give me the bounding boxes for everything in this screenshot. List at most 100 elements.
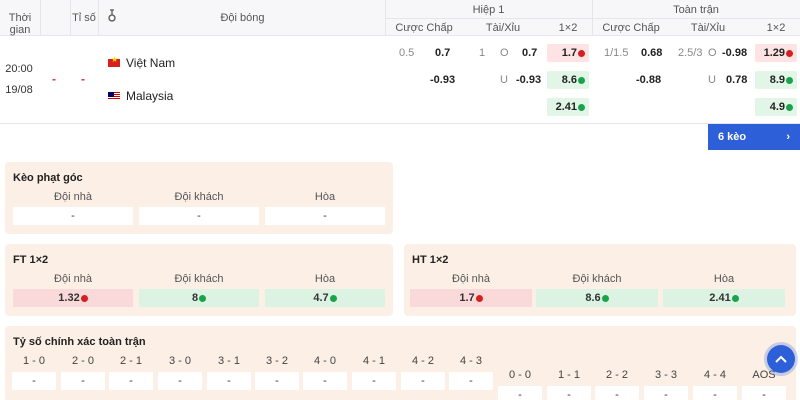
score-label: 2 - 1 bbox=[119, 355, 142, 367]
header-ft-1x2: 1×2 bbox=[766, 22, 786, 34]
arrow-up-icon bbox=[578, 103, 585, 111]
h1-1x2-draw[interactable]: 2.41 bbox=[547, 98, 589, 116]
score-label: 4 - 4 bbox=[703, 369, 726, 381]
scroll-to-top-button[interactable] bbox=[767, 345, 795, 373]
corner-home-odd[interactable]: - bbox=[13, 207, 133, 225]
ft-1x2-card: FT 1×2 Đội nhà Đội khách Hòa 1.32 8 4.7 bbox=[5, 244, 393, 316]
odd-value: 1.7 bbox=[459, 292, 475, 304]
away-team[interactable]: Malaysia bbox=[108, 89, 173, 103]
score-odd[interactable]: - bbox=[109, 372, 153, 390]
arrow-up-icon bbox=[731, 294, 739, 302]
score-label: 4 - 3 bbox=[459, 355, 482, 367]
score-odd[interactable]: - bbox=[547, 386, 591, 400]
ft-ou-over[interactable]: -0.98 bbox=[722, 44, 747, 62]
odd-value: 4.7 bbox=[313, 292, 329, 304]
odd-value: 1.32 bbox=[58, 292, 80, 304]
score-odd[interactable]: - bbox=[12, 372, 56, 390]
header-h1-handicap: Cược Chấp bbox=[395, 22, 453, 34]
header-teams: Đội bóng bbox=[220, 12, 265, 24]
h1-ou-under-label: U bbox=[500, 74, 508, 86]
divider bbox=[385, 18, 800, 19]
corner-away-odd[interactable]: - bbox=[139, 207, 259, 225]
score-odd[interactable]: - bbox=[595, 386, 639, 400]
arrow-up-icon bbox=[786, 103, 793, 111]
ft-ou-line: 2.5/3 bbox=[678, 47, 703, 59]
score-label: 4 - 2 bbox=[411, 355, 434, 367]
ft-1x2-draw-value: 4.9 bbox=[769, 101, 785, 113]
ft-hdp-away[interactable]: -0.88 bbox=[636, 71, 661, 89]
score-label: 2 - 0 bbox=[71, 355, 94, 367]
arrow-down-icon bbox=[578, 49, 585, 57]
ft-hdp-home[interactable]: 0.68 bbox=[641, 44, 662, 62]
card-title: HT 1×2 bbox=[412, 254, 449, 266]
score-odd[interactable]: - bbox=[303, 372, 347, 390]
score-odd[interactable]: - bbox=[255, 372, 299, 390]
score-away: - bbox=[81, 72, 85, 86]
score-odd[interactable]: - bbox=[207, 372, 251, 390]
score-odd[interactable]: - bbox=[352, 372, 396, 390]
ft-ou-under[interactable]: 0.78 bbox=[726, 71, 747, 89]
h1-1x2-home[interactable]: 1.7 bbox=[547, 44, 589, 62]
header-h1-1x2: 1×2 bbox=[558, 22, 578, 34]
arrow-up-icon bbox=[329, 294, 337, 302]
score-odd[interactable]: - bbox=[693, 386, 737, 400]
col-label: Đội khách bbox=[572, 273, 622, 285]
score-odd[interactable]: - bbox=[158, 372, 202, 390]
ft-home-odd[interactable]: 1.32 bbox=[13, 289, 133, 307]
score-odd[interactable]: - bbox=[742, 386, 786, 400]
score-odd[interactable]: - bbox=[449, 372, 493, 390]
header-h1-overunder: Tài/Xỉu bbox=[485, 22, 521, 34]
ht-away-odd[interactable]: 8.6 bbox=[536, 289, 658, 307]
ft-away-odd[interactable]: 8 bbox=[139, 289, 259, 307]
score-odd[interactable]: - bbox=[61, 372, 105, 390]
score-label: 4 - 1 bbox=[362, 355, 385, 367]
score-odd[interactable]: - bbox=[401, 372, 445, 390]
home-team-name: Việt Nam bbox=[126, 56, 176, 70]
h1-hdp-away[interactable]: -0.93 bbox=[430, 71, 455, 89]
h1-ou-over-label: O bbox=[500, 47, 509, 59]
h1-ou-line: 1 bbox=[479, 47, 486, 59]
h1-ou-under[interactable]: -0.93 bbox=[516, 71, 541, 89]
arrow-down-icon bbox=[786, 49, 793, 57]
card-title: FT 1×2 bbox=[13, 254, 49, 266]
ht-home-odd[interactable]: 1.7 bbox=[410, 289, 532, 307]
score-label: 3 - 0 bbox=[168, 355, 191, 367]
card-title: Kèo phạt góc bbox=[13, 172, 83, 184]
score-odd[interactable]: - bbox=[644, 386, 688, 400]
col-label: Đội khách bbox=[174, 191, 224, 203]
ft-draw-odd[interactable]: 4.7 bbox=[265, 289, 385, 307]
col-label: Hòa bbox=[314, 191, 336, 203]
arrow-down-icon bbox=[80, 294, 88, 302]
score-label: 2 - 2 bbox=[605, 369, 628, 381]
h1-hdp-home[interactable]: 0.7 bbox=[435, 44, 450, 62]
corner-draw-odd[interactable]: - bbox=[265, 207, 385, 225]
h1-1x2-away-value: 8.6 bbox=[561, 74, 577, 86]
chevron-right-icon: › bbox=[786, 131, 790, 143]
score-label: 3 - 2 bbox=[265, 355, 288, 367]
home-team[interactable]: Việt Nam bbox=[108, 55, 176, 70]
col-label: Đội nhà bbox=[452, 273, 490, 285]
ft-1x2-away[interactable]: 8.9 bbox=[755, 71, 797, 89]
h1-1x2-away[interactable]: 8.6 bbox=[547, 71, 589, 89]
ft-1x2-draw[interactable]: 4.9 bbox=[755, 98, 797, 116]
odd-value: 8.6 bbox=[585, 292, 601, 304]
h1-1x2-draw-value: 2.41 bbox=[555, 101, 577, 113]
header-half1: Hiệp 1 bbox=[472, 4, 505, 16]
arrow-up-icon bbox=[601, 294, 609, 302]
ft-1x2-home[interactable]: 1.29 bbox=[755, 44, 797, 62]
match-date: 19/08 bbox=[5, 84, 33, 96]
score-label: 0 - 0 bbox=[508, 369, 531, 381]
arrow-up-icon bbox=[786, 76, 793, 84]
chevron-up-icon bbox=[775, 355, 787, 363]
odd-value: 8 bbox=[191, 292, 199, 304]
header-ft-overunder: Tài/Xỉu bbox=[690, 22, 726, 34]
ht-draw-odd[interactable]: 2.41 bbox=[663, 289, 785, 307]
corner-odds-card: Kèo phạt góc Đội nhà Đội khách Hòa - - - bbox=[5, 162, 393, 234]
score-odd[interactable]: - bbox=[498, 386, 542, 400]
h1-ou-over[interactable]: 0.7 bbox=[522, 44, 537, 62]
score-label: 4 - 0 bbox=[313, 355, 336, 367]
h1-hdp-line: 0.5 bbox=[399, 47, 415, 59]
arrow-up-icon bbox=[578, 76, 585, 84]
vietnam-flag-icon bbox=[108, 55, 120, 67]
more-odds-button[interactable]: 6 kèo › bbox=[708, 124, 800, 150]
